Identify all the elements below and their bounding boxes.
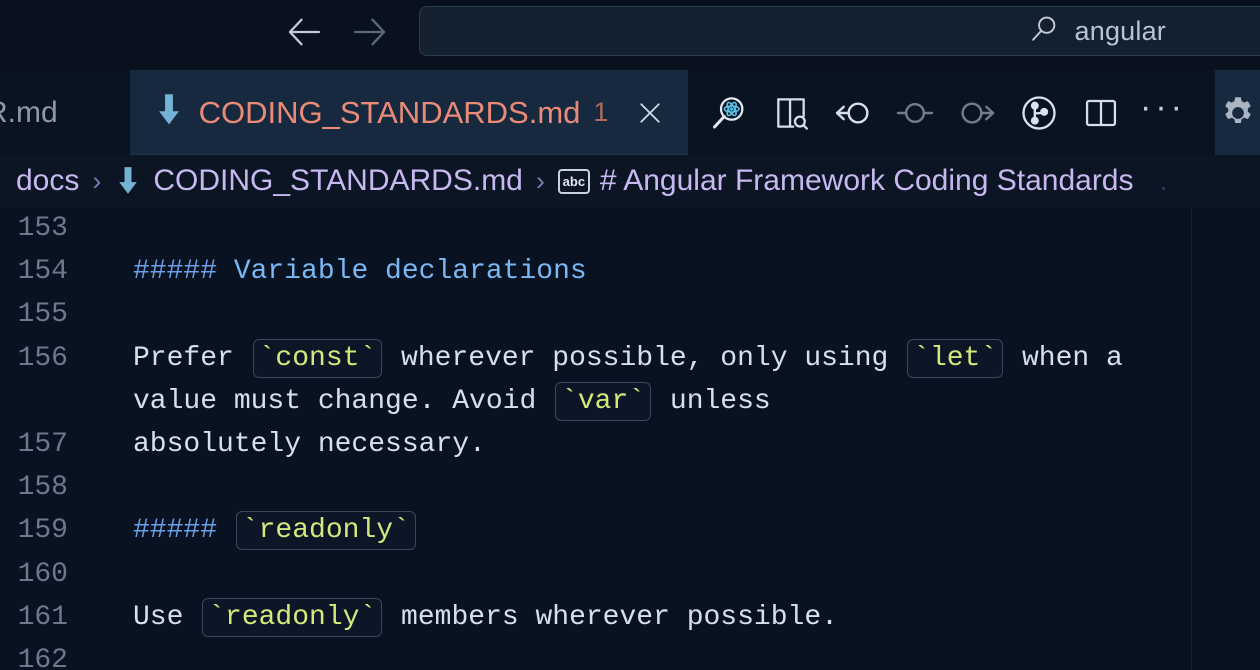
code-text: absolutely necessary.	[133, 429, 486, 461]
tab-coding-standards[interactable]: CODING_STANDARDS.md 1	[130, 70, 688, 155]
go-back-circle-icon[interactable]	[822, 70, 884, 155]
markdown-file-icon	[114, 166, 142, 196]
navigation-arrows	[283, 10, 391, 54]
code-text: Prefer	[133, 342, 251, 374]
inline-code-token: `const`	[252, 338, 383, 378]
breadcrumb-file-label: CODING_STANDARDS.md	[153, 164, 523, 197]
code-line[interactable]: 159 ##### `readonly`	[0, 509, 1260, 552]
breadcrumb: docs › CODING_STANDARDS.md › abc # Angul…	[0, 155, 1260, 207]
code-text: value must change. Avoid	[133, 385, 554, 417]
editor-action-bar: ···	[688, 70, 1194, 155]
tab-problem-count: 1	[593, 97, 609, 127]
title-bar: angular	[0, 0, 1260, 70]
tab-label-inactive: R.md	[0, 95, 58, 129]
code-line-content: ##### `readonly`	[75, 511, 1260, 551]
inline-code-token: `readonly`	[235, 511, 416, 551]
search-icon	[1028, 12, 1062, 51]
tab-label-active: CODING_STANDARDS.md	[198, 94, 581, 130]
code-line[interactable]: value must change. Avoid `var` unless	[0, 380, 1260, 423]
code-text: members wherever possible.	[384, 601, 838, 633]
inline-code-token: `let`	[907, 338, 1004, 378]
code-text: when a	[1005, 342, 1123, 374]
more-actions-label: ···	[1140, 87, 1186, 126]
code-text: Use	[133, 601, 201, 633]
code-line-content: absolutely necessary.	[75, 429, 1260, 460]
code-line-content: ##### Variable declarations	[75, 256, 1260, 287]
markdown-heading-text: Variable declarations	[233, 256, 587, 288]
code-text: unless	[653, 385, 771, 417]
code-line[interactable]: 158	[0, 466, 1260, 509]
open-preview-icon[interactable]	[760, 70, 822, 155]
markdown-heading-marker: #####	[133, 256, 218, 288]
line-number: 162	[17, 644, 68, 670]
code-line[interactable]: 154 ##### Variable declarations	[0, 250, 1260, 293]
forward-arrow-icon[interactable]	[347, 10, 391, 54]
git-branch-circle-icon[interactable]	[1008, 70, 1070, 155]
inline-code-token: `readonly`	[202, 597, 383, 637]
code-line[interactable]: 157 absolutely necessary.	[0, 423, 1260, 466]
code-line-content: value must change. Avoid `var` unless	[75, 381, 1260, 421]
breadcrumb-separator: ›	[92, 165, 102, 196]
code-line-content: Use `readonly` members wherever possible…	[75, 597, 1260, 637]
inline-code-token: `var`	[555, 381, 652, 421]
line-number: 159	[17, 515, 68, 547]
line-number: 161	[17, 601, 68, 633]
code-line-content: Prefer `const` wherever possible, only u…	[75, 338, 1260, 378]
code-line[interactable]: 160	[0, 553, 1260, 596]
search-atom-icon[interactable]	[698, 70, 760, 155]
breadcrumb-separator-2: ›	[535, 165, 545, 196]
vscode-window: angular R.md CODING_STANDARDS.md 1	[0, 0, 1260, 670]
back-arrow-icon[interactable]	[283, 10, 327, 54]
line-number: 160	[17, 558, 68, 590]
code-text: wherever possible, only using	[384, 342, 906, 374]
breadcrumb-item-folder[interactable]: docs	[16, 164, 79, 198]
tab-partial-readme[interactable]: R.md	[0, 70, 130, 155]
command-search-input[interactable]: angular	[419, 6, 1260, 56]
line-number: 156	[17, 342, 68, 374]
code-line[interactable]: 161 Use `readonly` members wherever possi…	[0, 596, 1260, 639]
more-actions-icon[interactable]: ···	[1132, 70, 1194, 155]
code-lines-container: 153 154 ##### Variable declarations 155 156 P…	[0, 207, 1260, 670]
line-number: 153	[17, 213, 68, 245]
breadcrumb-overflow-indicator: .	[1159, 164, 1168, 197]
line-number: 154	[17, 256, 68, 288]
breadcrumb-item-file[interactable]: CODING_STANDARDS.md	[114, 164, 523, 198]
search-input-value: angular	[1074, 15, 1166, 46]
line-number: 157	[17, 429, 68, 461]
close-icon[interactable]	[635, 98, 665, 128]
split-editor-icon[interactable]	[1070, 70, 1132, 155]
markdown-heading-marker: #####	[133, 515, 218, 547]
line-number: 158	[17, 472, 68, 504]
abc-icon-label: abc	[562, 173, 586, 189]
string-symbol-icon: abc	[557, 168, 590, 194]
editor-tab-bar: R.md CODING_STANDARDS.md 1	[0, 70, 1260, 155]
code-line[interactable]: 162	[0, 639, 1260, 670]
line-number: 155	[17, 299, 68, 331]
markdown-file-icon	[153, 93, 185, 132]
breadcrumb-symbol-label: # Angular Framework Coding Standards	[599, 164, 1134, 197]
code-line[interactable]: 156 Prefer `const` wherever possible, onl…	[0, 337, 1260, 380]
code-line[interactable]: 153	[0, 207, 1260, 250]
settings-gear-icon[interactable]	[1215, 70, 1260, 155]
go-forward-circle-icon[interactable]	[946, 70, 1008, 155]
breadcrumb-item-symbol[interactable]: abc # Angular Framework Coding Standards	[557, 164, 1134, 198]
circle-dash-icon[interactable]	[884, 70, 946, 155]
code-line[interactable]: 155	[0, 293, 1260, 336]
code-editor[interactable]: 153 154 ##### Variable declarations 155 156 P…	[0, 207, 1260, 670]
